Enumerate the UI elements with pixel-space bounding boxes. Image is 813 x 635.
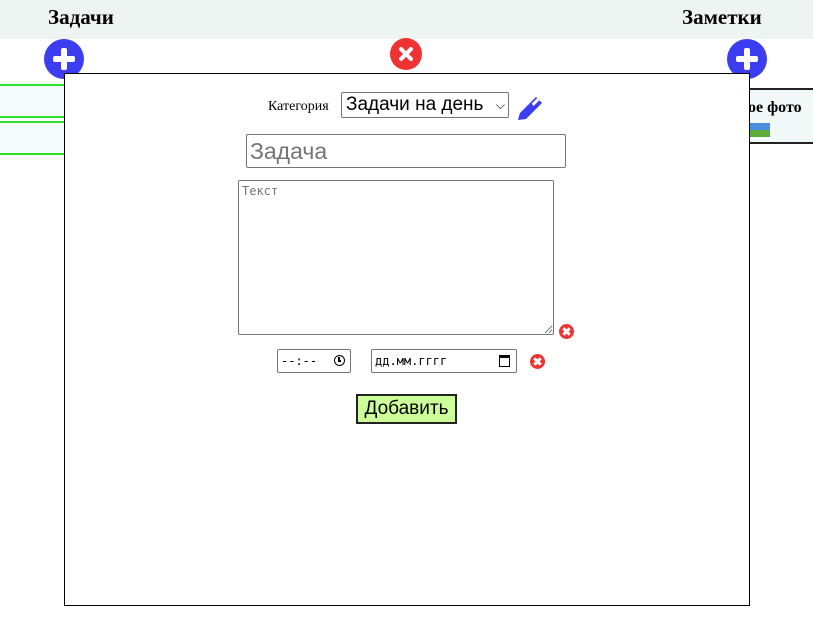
add-task-modal: Категория Задачи на день ⌵ --:-- дд.мм.г… (64, 73, 750, 606)
calendar-icon[interactable] (499, 355, 510, 367)
note-card-title: ое фото (748, 99, 802, 116)
clock-icon[interactable] (334, 355, 345, 366)
chevron-down-icon: ⌵ (495, 98, 505, 112)
category-label: Категория (268, 99, 329, 114)
date-input[interactable]: дд.мм.гггг (371, 349, 517, 373)
clear-text-icon[interactable] (559, 324, 574, 339)
note-card[interactable]: ое фото (740, 88, 813, 144)
clear-datetime-icon[interactable] (530, 354, 545, 369)
add-task-submit-button[interactable]: Добавить (356, 394, 457, 424)
task-text-area[interactable] (238, 180, 554, 335)
note-image-thumbnail (748, 123, 770, 137)
edit-category-pencil-icon[interactable] (514, 93, 546, 125)
category-selected-value: Задачи на день (346, 94, 484, 115)
date-input-value: дд.мм.гггг (375, 354, 448, 368)
notes-column-title: Заметки (682, 5, 762, 29)
time-input[interactable]: --:-- (277, 349, 351, 373)
close-modal-button[interactable] (390, 38, 422, 70)
task-item[interactable] (0, 121, 66, 155)
category-select[interactable]: Задачи на день ⌵ (341, 92, 509, 118)
time-input-value: --:-- (281, 354, 318, 368)
tasks-column-title: Задачи (48, 5, 114, 29)
task-item[interactable] (0, 84, 66, 118)
task-title-input[interactable] (246, 134, 566, 168)
